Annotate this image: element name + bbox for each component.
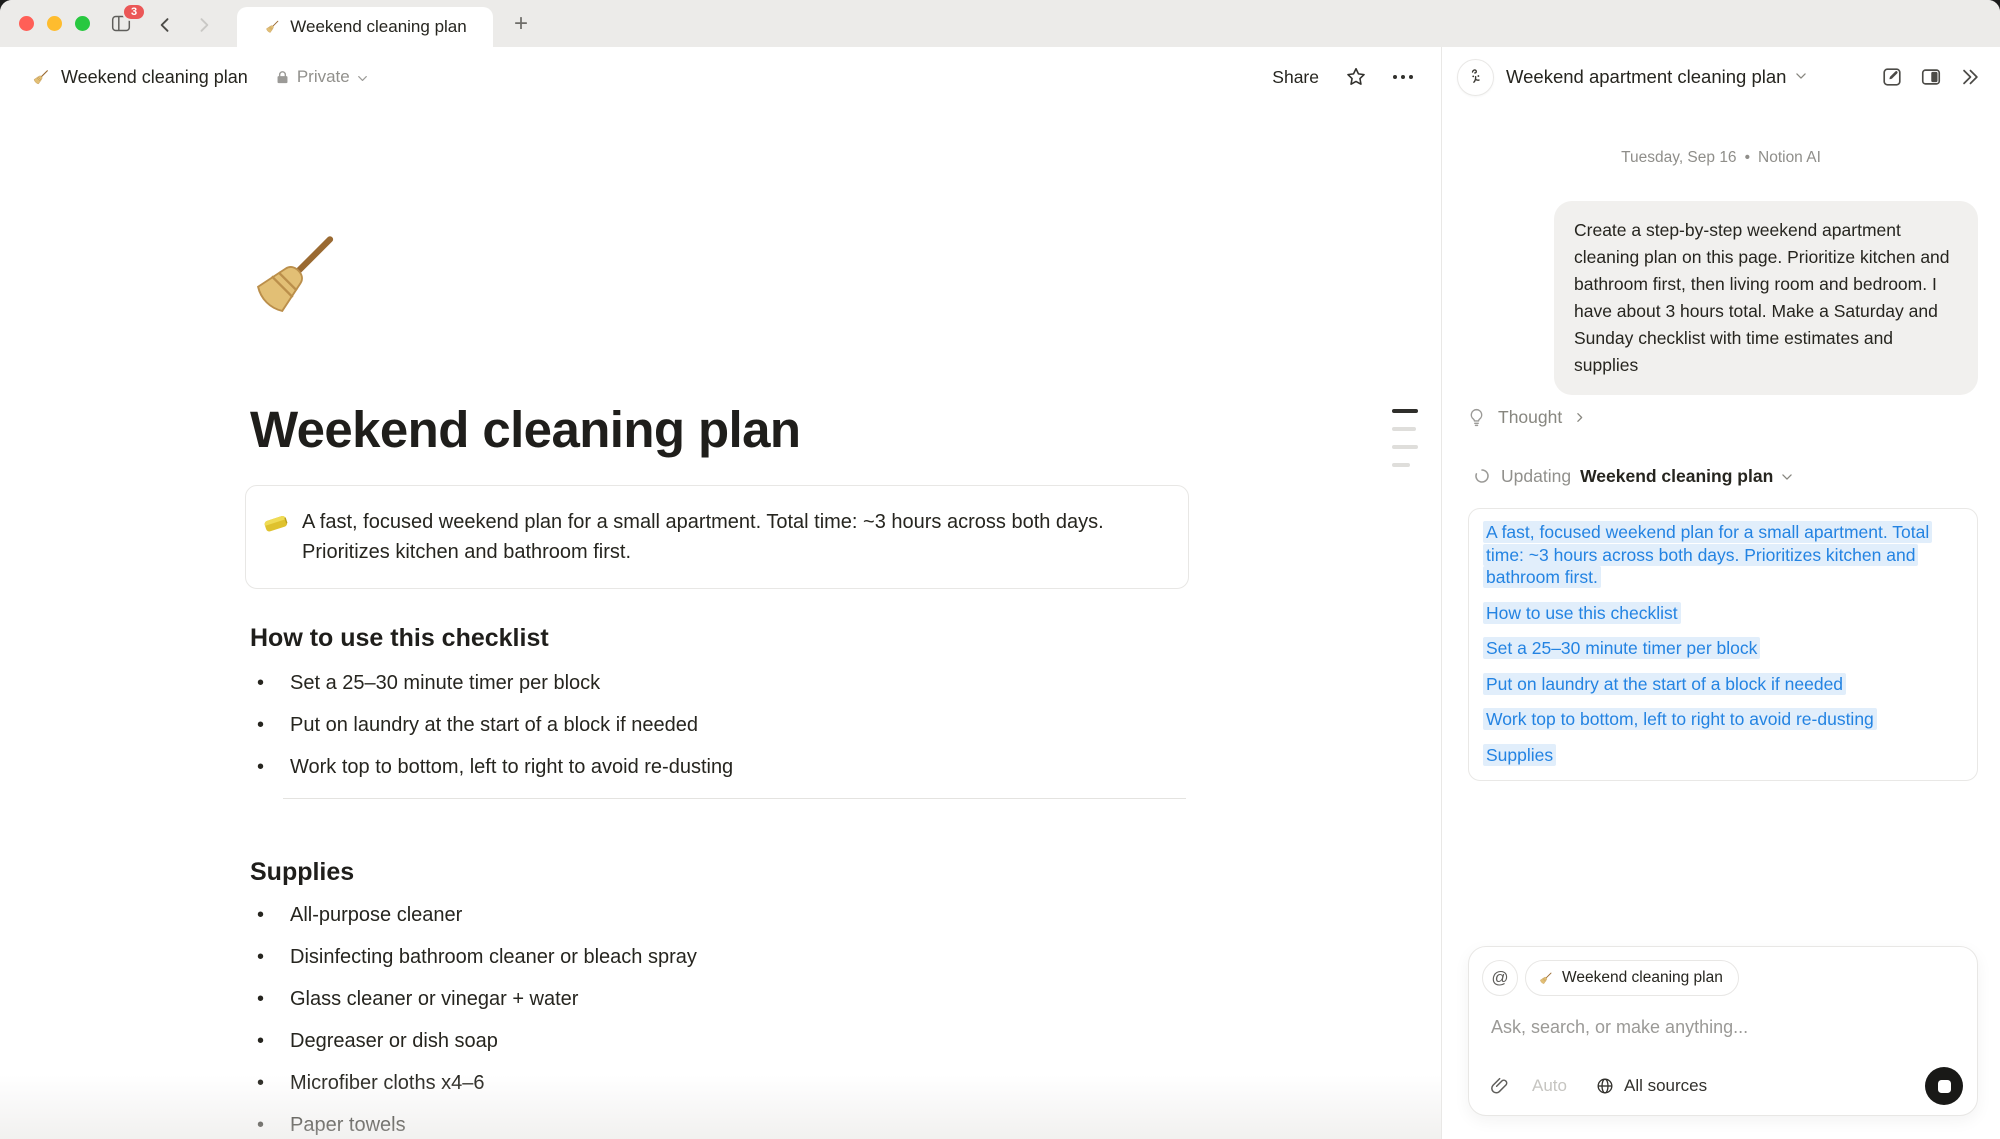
zoom-button[interactable] [75,16,90,31]
bullet-icon: • [257,944,264,970]
privacy-label: Private [297,67,350,87]
close-button[interactable] [19,16,34,31]
tab-title: Weekend cleaning plan [290,17,466,37]
bullet-icon: • [257,670,264,696]
lock-icon [274,69,291,86]
outline-indicator[interactable] [1392,409,1420,481]
callout-text: A fast, focused weekend plan for a small… [302,507,1162,567]
diff-line: A fast, focused weekend plan for a small… [1486,521,1960,589]
page-title[interactable]: Weekend cleaning plan [250,399,800,461]
ai-panel-header: Weekend apartment cleaning plan [1442,47,2000,107]
bullet-icon: • [257,986,264,1012]
diff-line: Supplies [1486,744,1960,767]
input-actions: Auto All sources [1489,1067,1963,1105]
section-heading[interactable]: How to use this checklist [250,622,549,654]
bulleted-list: •All-purpose cleaner •Disinfecting bathr… [250,902,1190,1139]
divider-block [283,798,1186,799]
diff-line: Set a 25–30 minute timer per block [1486,637,1960,660]
broom-icon [1537,970,1554,987]
stop-icon [1938,1080,1951,1093]
favorite-button[interactable] [1345,66,1367,88]
forward-button[interactable] [194,15,214,35]
sources-label: All sources [1624,1076,1707,1096]
list-item[interactable]: •Set a 25–30 minute timer per block [250,670,1190,696]
attach-button[interactable] [1489,1076,1510,1097]
chevron-left-icon [155,15,175,35]
ai-input-box[interactable]: @ Weekend cleaning plan Auto All sources [1468,946,1978,1116]
bullet-icon: • [257,1028,264,1054]
breadcrumb[interactable]: Weekend cleaning plan [30,67,248,88]
main-area: Weekend cleaning plan Private Share Week… [0,47,1441,1139]
sponge-icon [262,509,289,536]
titlebar: 3 Weekend cleaning plan + [0,0,2000,47]
page-tab[interactable]: Weekend cleaning plan [237,7,493,47]
chevron-right-icon [194,15,214,35]
page-icon-button[interactable] [236,219,350,333]
user-message-bubble: Create a step-by-step weekend apartment … [1554,201,1978,395]
updating-label: Updating [1501,466,1571,487]
list-item[interactable]: •Disinfecting bathroom cleaner or bleach… [250,944,1190,970]
bulleted-list: •Set a 25–30 minute timer per block •Put… [250,670,1190,796]
updating-target-button[interactable]: Weekend cleaning plan [1580,466,1773,487]
chevron-down-icon [1780,470,1794,484]
context-chip-label: Weekend cleaning plan [1562,969,1723,987]
thread-title[interactable]: Weekend apartment cleaning plan [1506,66,1786,88]
minimize-button[interactable] [47,16,62,31]
broom-icon [263,18,281,36]
notification-badge: 3 [122,3,146,21]
list-item[interactable]: •Paper towels [250,1112,1190,1138]
breadcrumb-title[interactable]: Weekend cleaning plan [61,67,248,88]
paperclip-icon [1489,1076,1510,1097]
edit-preview-box: A fast, focused weekend plan for a small… [1468,508,1978,781]
bullet-icon: • [257,1070,264,1096]
section-heading[interactable]: Supplies [250,856,354,888]
list-item[interactable]: •All-purpose cleaner [250,902,1190,928]
thought-toggle[interactable]: Thought [1466,404,1586,430]
ai-panel: Weekend apartment cleaning plan Tuesday,… [1441,47,2000,1139]
chevron-down-icon [1794,69,1808,88]
bullet-icon: • [257,712,264,738]
ai-face-icon [1465,66,1487,88]
mode-auto-button[interactable]: Auto [1532,1076,1567,1096]
mention-button[interactable]: @ [1482,960,1518,996]
list-item[interactable]: •Microfiber cloths x4–6 [250,1070,1190,1096]
page-header: Weekend cleaning plan Private Share [0,47,1441,107]
notion-window: 3 Weekend cleaning plan + Weekend cleani… [0,0,2000,1139]
sources-button[interactable]: All sources [1595,1076,1707,1096]
panel-layout-button[interactable] [1920,66,1942,88]
stop-button[interactable] [1925,1067,1963,1105]
ask-input[interactable] [1489,1014,1951,1040]
new-tab-button[interactable]: + [504,9,538,39]
new-chat-button[interactable] [1881,66,1903,88]
chevron-right-icon [1573,411,1586,424]
globe-icon [1595,1076,1615,1096]
back-button[interactable] [155,15,175,35]
chevron-down-icon [356,72,369,85]
bullet-icon: • [257,1112,264,1138]
bullet-icon: • [257,902,264,928]
bullet-icon: • [257,754,264,780]
ai-avatar-button[interactable] [1457,59,1494,96]
conversation-timestamp: Tuesday, Sep 16•Notion AI [1442,149,2000,167]
list-item[interactable]: •Glass cleaner or vinegar + water [250,986,1190,1012]
list-item[interactable]: •Degreaser or dish soap [250,1028,1190,1054]
broom-icon [236,219,350,333]
context-chip[interactable]: Weekend cleaning plan [1525,960,1739,996]
more-options-button[interactable] [1393,66,1413,88]
privacy-menu-button[interactable]: Private [274,67,369,87]
updating-status: Updating Weekend cleaning plan [1473,463,1794,489]
callout-block[interactable]: A fast, focused weekend plan for a small… [245,485,1189,589]
diff-line: Work top to bottom, left to right to avo… [1486,708,1960,731]
diff-line: Put on laundry at the start of a block i… [1486,673,1960,696]
lightbulb-icon [1466,407,1487,428]
list-item[interactable]: •Put on laundry at the start of a block … [250,712,1190,738]
collapse-panel-button[interactable] [1959,66,1981,88]
spinner-icon [1473,467,1491,485]
broom-icon [30,67,51,88]
diff-line: How to use this checklist [1486,602,1960,625]
share-button[interactable]: Share [1272,67,1319,88]
star-icon [1345,66,1367,88]
thought-label: Thought [1498,407,1562,428]
list-item[interactable]: •Work top to bottom, left to right to av… [250,754,1190,780]
